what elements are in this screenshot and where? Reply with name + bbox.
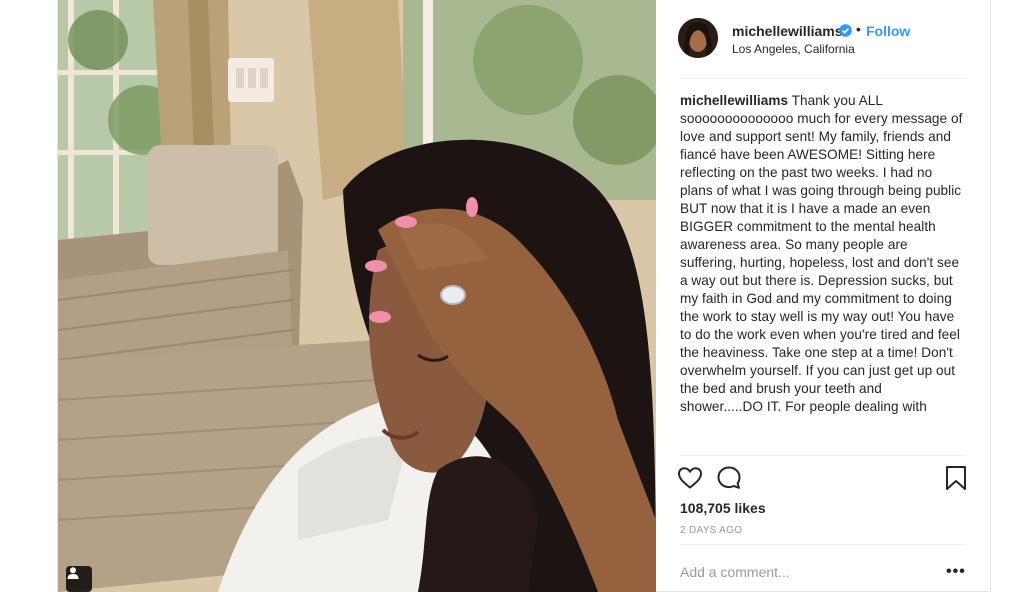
avatar[interactable] xyxy=(678,18,718,58)
comment-input[interactable] xyxy=(680,562,930,582)
verified-badge-icon xyxy=(839,24,852,37)
username[interactable]: michellewilliams xyxy=(732,23,843,39)
heart-icon[interactable] xyxy=(677,465,703,491)
caption-text: Thank you ALL soooooooooooooo much for e… xyxy=(680,93,963,414)
caption-username[interactable]: michellewilliams xyxy=(680,93,788,108)
comment-bubble-icon[interactable] xyxy=(716,465,742,491)
more-options-button[interactable]: ••• xyxy=(946,563,966,581)
bookmark-icon[interactable] xyxy=(945,465,967,491)
divider xyxy=(680,78,966,79)
follow-button[interactable]: Follow xyxy=(866,23,910,39)
post-date[interactable]: 2 DAYS AGO xyxy=(680,525,742,536)
likes-count[interactable]: 108,705 likes xyxy=(680,500,766,516)
comments-scroll-area[interactable]: michellewilliams Thank you ALL soooooooo… xyxy=(680,82,966,454)
location-link[interactable]: Los Angeles, California xyxy=(732,42,855,56)
divider xyxy=(680,455,966,456)
post-details-panel: michellewilliams • Follow Los Angeles, C… xyxy=(656,0,991,592)
caption: michellewilliams Thank you ALL soooooooo… xyxy=(680,82,966,416)
divider xyxy=(680,544,966,545)
separator-dot: • xyxy=(856,21,861,37)
photo-illustration xyxy=(58,0,656,592)
user-tag-icon[interactable] xyxy=(66,566,92,592)
post-card: michellewilliams • Follow Los Angeles, C… xyxy=(57,0,991,592)
post-header: michellewilliams • Follow Los Angeles, C… xyxy=(656,0,991,78)
post-photo[interactable] xyxy=(58,0,656,592)
